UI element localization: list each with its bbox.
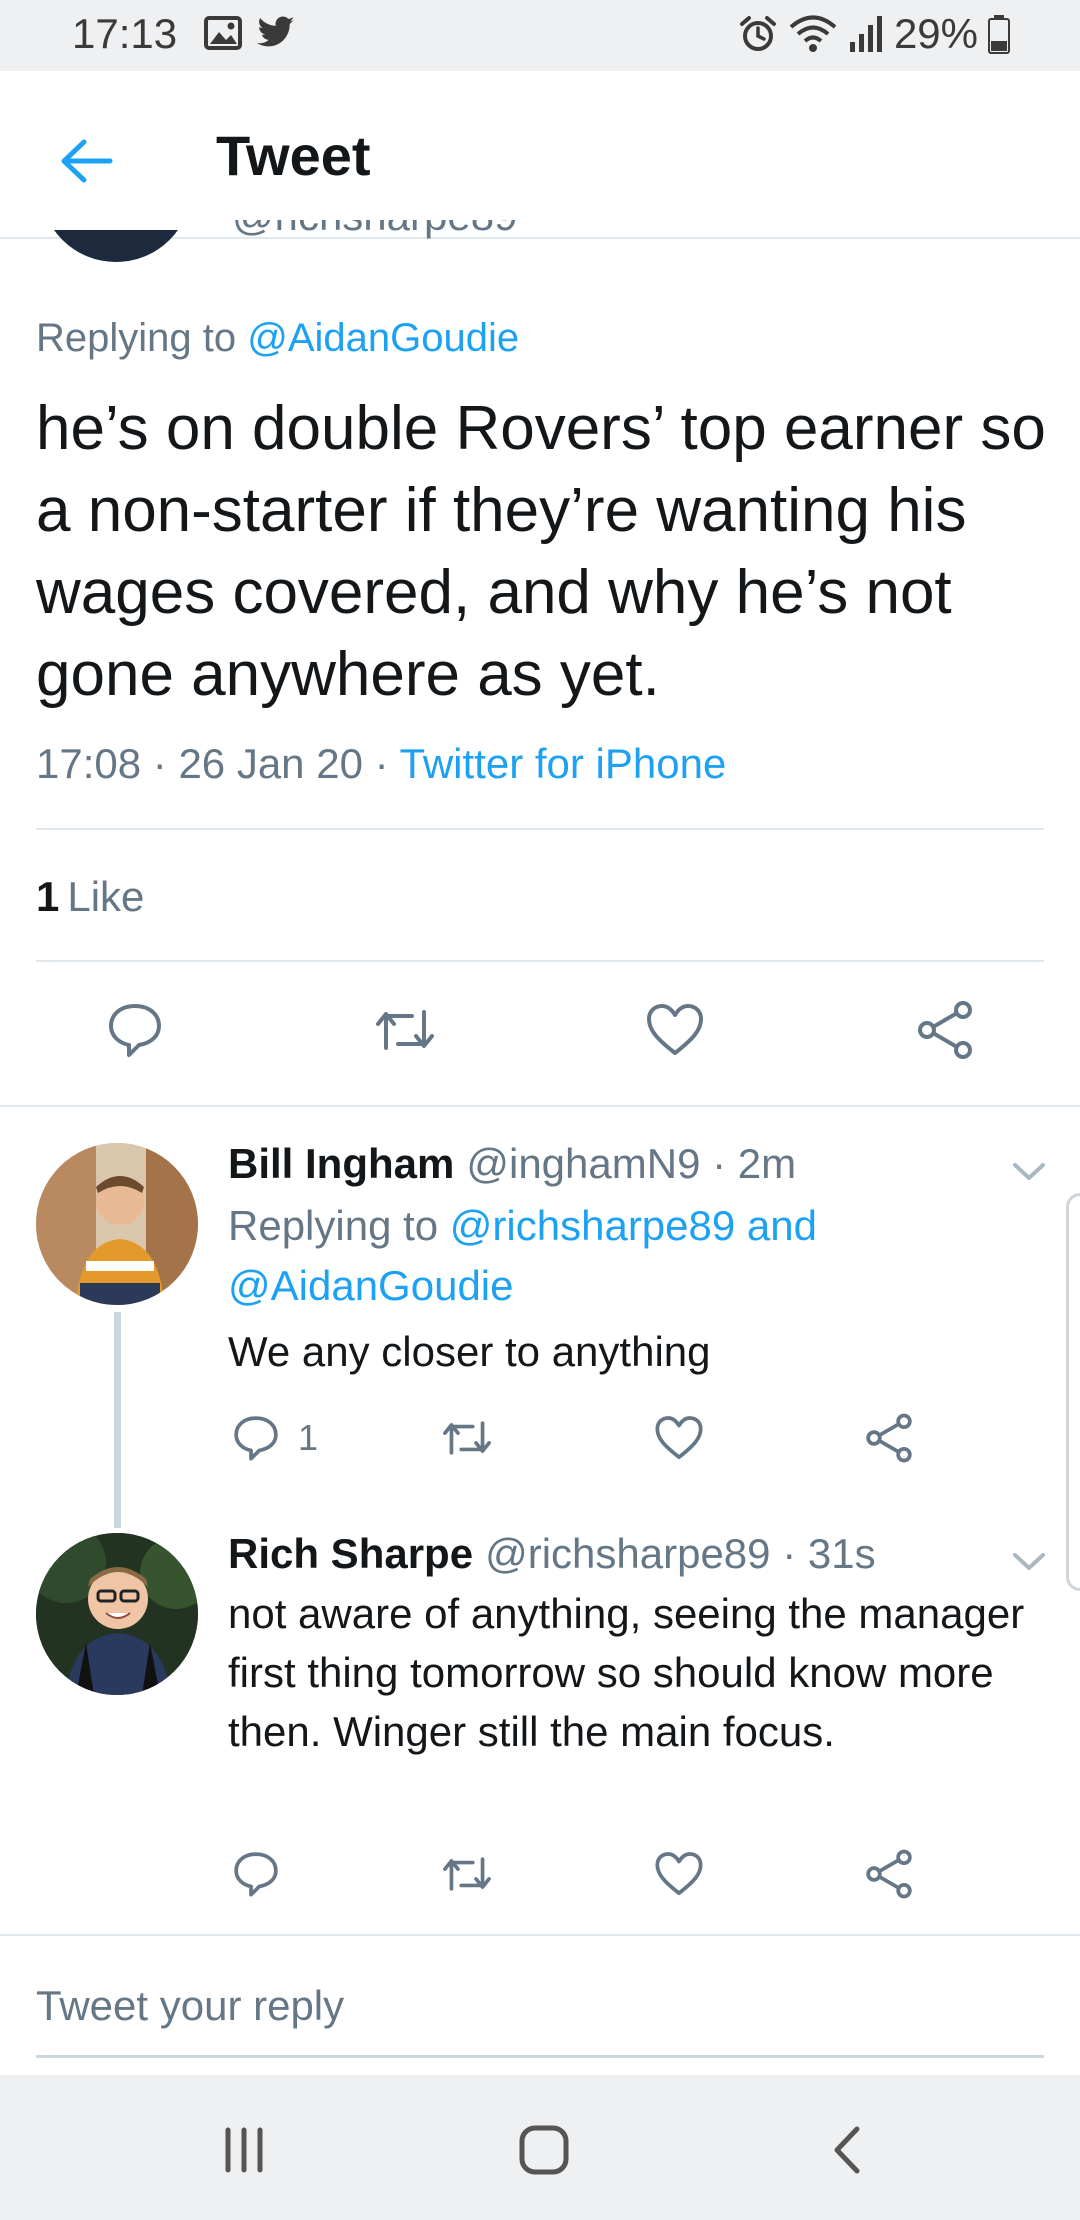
reply-header: Bill Ingham @inghamN9 · 2m <box>228 1140 796 1188</box>
share-button[interactable] <box>864 1408 914 1468</box>
replying-prefix: Replying to <box>36 316 237 360</box>
main-tweet-avatar[interactable] <box>40 230 192 276</box>
replying-to-link[interactable]: @AidanGoudie <box>247 316 519 360</box>
comment-icon <box>234 1852 278 1897</box>
chevron-down-icon <box>1013 1163 1045 1180</box>
top-app-bar: Tweet <box>0 71 1080 239</box>
share-icon <box>918 1001 972 1059</box>
divider <box>36 828 1044 830</box>
tweet-time: 17:08 <box>36 740 142 787</box>
share-icon <box>866 1413 912 1463</box>
divider <box>0 1105 1080 1107</box>
reply-button[interactable] <box>232 1844 280 1904</box>
reply-time: 31s <box>807 1530 876 1577</box>
meta-separator: · <box>152 740 179 787</box>
share-icon <box>866 1849 912 1899</box>
comment-icon <box>109 1004 161 1057</box>
system-back-button[interactable] <box>806 2115 886 2185</box>
replying-to-link[interactable]: @richsharpe89 <box>450 1202 735 1249</box>
compose-underline <box>36 2055 1044 2058</box>
tweet-source-link[interactable]: Twitter for iPhone <box>400 740 727 787</box>
tweet-date: 26 Jan 20 <box>178 740 363 787</box>
retweet-button[interactable] <box>440 1408 494 1468</box>
battery-icon <box>988 15 1010 54</box>
likes-label: Like <box>67 873 145 920</box>
retweet-icon <box>443 1421 491 1455</box>
wifi-icon <box>789 15 837 52</box>
reply-button[interactable] <box>95 990 175 1070</box>
home-button[interactable] <box>504 2115 584 2185</box>
reply-header: Rich Sharpe @richsharpe89 · 31s <box>228 1530 876 1578</box>
main-tweet-action-bar <box>0 990 1080 1080</box>
like-button[interactable] <box>654 1844 704 1904</box>
chevron-down-icon <box>1013 1553 1045 1570</box>
divider <box>0 1934 1080 1936</box>
heart-icon <box>655 1416 703 1460</box>
thread-connector <box>114 1312 121 1528</box>
replying-and[interactable]: and <box>747 1202 817 1249</box>
twitter-bird-icon <box>256 16 295 47</box>
reply-count: 1 <box>298 1417 319 1458</box>
retweet-icon <box>376 1010 434 1050</box>
signal-icon <box>849 16 882 52</box>
reply-menu-button[interactable] <box>1004 1152 1054 1192</box>
reply-menu-button[interactable] <box>1004 1542 1054 1582</box>
reply-action-bar: 1 <box>228 1408 988 1468</box>
share-button[interactable] <box>864 1844 914 1904</box>
likes-count: 1 <box>36 873 60 920</box>
system-navigation-bar <box>0 2075 1080 2220</box>
chevron-left-icon <box>834 2126 860 2174</box>
reply-text: not aware of anything, seeing the manage… <box>228 1590 1025 1755</box>
heart-icon <box>655 1852 703 1896</box>
share-button[interactable] <box>905 990 985 1070</box>
avatar-photo <box>36 1533 198 1695</box>
main-tweet-replying-to: Replying to @AidanGoudie <box>36 316 519 361</box>
replying-to-link[interactable]: @AidanGoudie <box>228 1262 514 1309</box>
like-button[interactable] <box>654 1408 704 1468</box>
reply-author-name[interactable]: Bill Ingham <box>228 1140 454 1187</box>
retweet-button[interactable] <box>440 1844 494 1904</box>
recent-apps-button[interactable] <box>204 2115 284 2185</box>
reply-author-handle: @inghamN9 <box>466 1140 701 1187</box>
battery-percent: 29% <box>893 10 978 57</box>
reply-time: 2m <box>737 1140 797 1187</box>
avatar-photo <box>36 1143 198 1305</box>
back-button[interactable] <box>46 121 126 201</box>
status-time: 17:13 <box>72 10 178 57</box>
meta-separator: · <box>770 1530 808 1577</box>
recent-apps-icon <box>225 2127 263 2173</box>
reply-compose-input[interactable]: Tweet your reply <box>36 1982 344 2030</box>
avatar[interactable] <box>36 1533 198 1695</box>
scrollbar[interactable] <box>1066 1193 1080 1591</box>
reply-author-name[interactable]: Rich Sharpe <box>228 1530 473 1577</box>
alarm-icon <box>739 16 776 51</box>
divider <box>36 960 1044 962</box>
retweet-icon <box>443 1857 491 1891</box>
meta-separator: · <box>700 1140 738 1187</box>
main-tweet-handle-partial: @richsharpe89 <box>232 220 592 250</box>
arrow-left-icon <box>61 139 113 183</box>
avatar[interactable] <box>36 1143 198 1305</box>
status-notification-icons <box>204 16 296 50</box>
status-system-icons: 29% <box>738 10 1010 58</box>
reply-text: We any closer to anything <box>228 1328 711 1375</box>
likes-count-row[interactable]: 1 Like <box>36 873 144 921</box>
replying-prefix: Replying to <box>228 1202 439 1249</box>
gallery-icon <box>204 16 242 50</box>
reply-replying-to: Replying to @richsharpe89 and @AidanGoud… <box>228 1196 988 1316</box>
retweet-button[interactable] <box>365 990 445 1070</box>
status-bar: 17:13 29% <box>0 0 1080 71</box>
comment-icon <box>234 1416 278 1461</box>
reply-action-bar <box>228 1844 988 1904</box>
like-button[interactable] <box>635 990 715 1070</box>
reply-button[interactable]: 1 <box>232 1408 318 1468</box>
heart-icon <box>647 1004 703 1055</box>
home-icon <box>519 2125 569 2175</box>
main-tweet-text: he’s on double Rovers’ top earner so a n… <box>36 394 1046 709</box>
reply-author-handle: @richsharpe89 <box>485 1530 771 1577</box>
main-tweet-meta: 17:08 · 26 Jan 20 · Twitter for iPhone <box>36 740 726 788</box>
page-title: Tweet <box>216 124 371 187</box>
meta-separator: · <box>374 740 400 787</box>
